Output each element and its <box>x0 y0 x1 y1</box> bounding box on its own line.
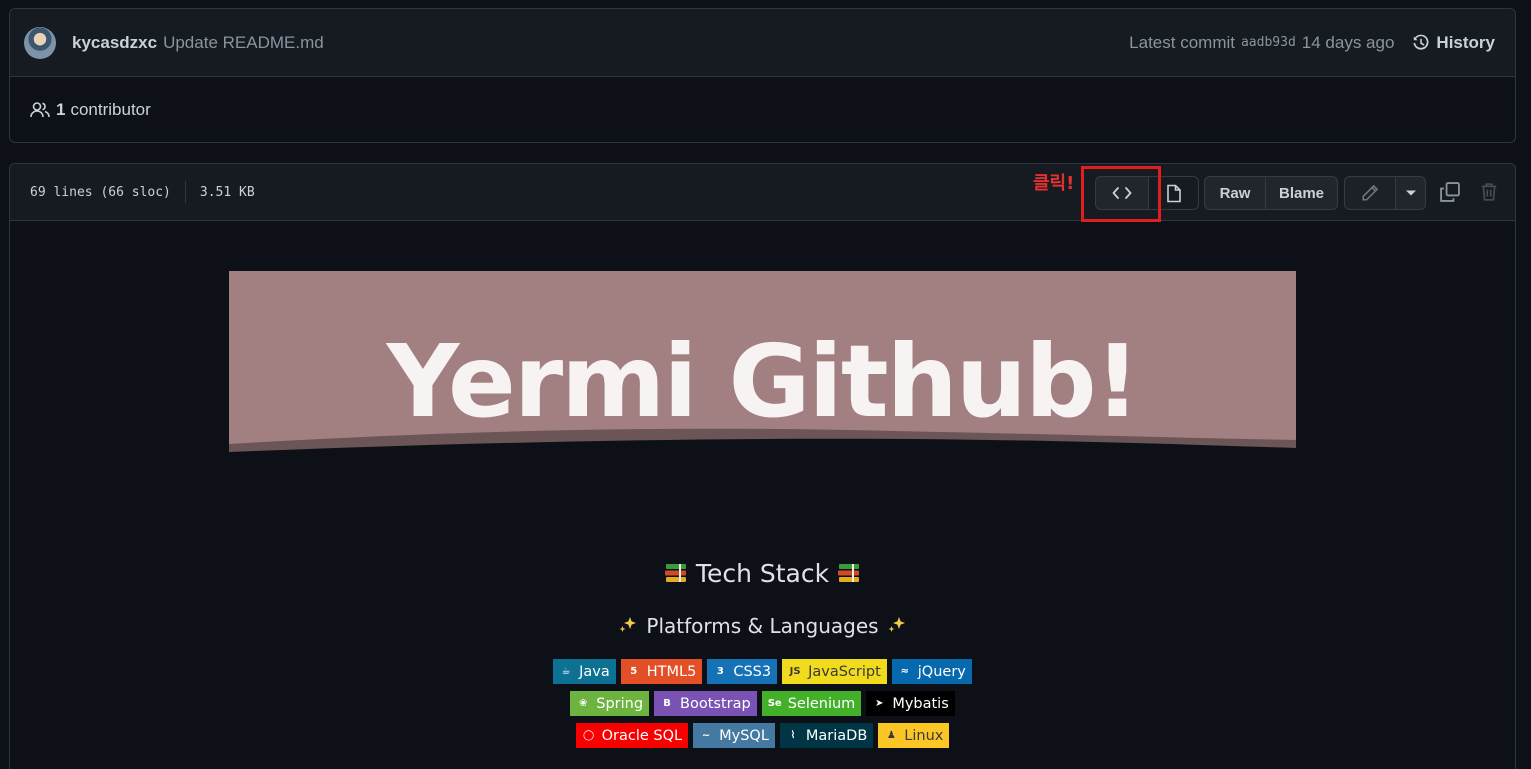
badge-label: Linux <box>904 727 944 744</box>
click-annotation: 클릭! <box>1033 173 1075 194</box>
spring-icon: ❀ <box>579 698 588 709</box>
history-label: History <box>1436 32 1495 52</box>
badge-row: ☕ Java 5 HTML5 3 CSS3 JS JavaScript ≈ jQuery <box>10 659 1515 684</box>
commit-author[interactable]: kycasdzxc <box>72 33 157 53</box>
mybatis-icon: ➤ <box>875 698 884 709</box>
tech-badge-selenium[interactable]: Se Selenium <box>761 691 862 716</box>
badge-label: MariaDB <box>805 727 868 744</box>
platforms-title: Platforms & Languages <box>646 614 879 638</box>
file-icon <box>1166 184 1181 202</box>
blame-button[interactable]: Blame <box>1265 176 1338 210</box>
commit-sha[interactable]: aadb93d <box>1241 35 1296 50</box>
tech-badge-javascript[interactable]: JS JavaScript <box>782 659 887 684</box>
tech-badge-jquery[interactable]: ≈ jQuery <box>891 659 972 684</box>
tech-stack-title: Tech Stack <box>695 559 830 588</box>
java-icon: ☕ <box>561 666 571 677</box>
badge-label: Java <box>579 663 610 680</box>
badge-label: Oracle SQL <box>601 727 683 744</box>
display-source-button[interactable] <box>1095 176 1149 210</box>
oracle-icon: ◯ <box>583 730 595 741</box>
badge-label: MySQL <box>719 727 769 744</box>
books-icon <box>664 561 688 590</box>
badge-label: Selenium <box>787 695 856 712</box>
platforms-heading: Platforms & Languages <box>10 614 1515 640</box>
books-icon <box>837 561 861 590</box>
sparkles-icon <box>618 615 638 640</box>
tech-badge-spring[interactable]: ❀ Spring <box>570 691 650 716</box>
copy-button[interactable] <box>1439 181 1461 207</box>
html5-icon: 5 <box>630 666 638 677</box>
commit-time: 14 days ago <box>1301 32 1395 52</box>
file-viewer: 69 lines (66 sloc) 3.51 KB 클릭! Raw Blame… <box>9 163 1516 769</box>
delete-button[interactable] <box>1480 181 1498 207</box>
tech-badge-mariadb[interactable]: ⌇ MariaDB <box>779 723 874 748</box>
pencil-icon <box>1362 184 1379 201</box>
mariadb-icon: ⌇ <box>790 730 796 741</box>
jquery-icon: ≈ <box>900 666 909 677</box>
badge-label: CSS3 <box>733 663 772 680</box>
contributors-row[interactable]: 1 contributor <box>10 77 1515 143</box>
tech-badge-mysql[interactable]: ~ MySQL <box>693 723 775 748</box>
people-icon <box>30 102 50 118</box>
tech-badge-oracle-sql[interactable]: ◯ Oracle SQL <box>575 723 689 748</box>
latest-commit-label: Latest commit <box>1129 32 1235 52</box>
file-lines: 69 lines (66 sloc) <box>30 184 171 200</box>
commit-meta: Latest commit aadb93d 14 days ago Histor… <box>1129 33 1495 53</box>
contributor-label: contributor <box>70 100 151 119</box>
tech-badge-java[interactable]: ☕ Java <box>553 659 616 684</box>
tech-badge-mybatis[interactable]: ➤ Mybatis <box>866 691 955 716</box>
badge-label: Spring <box>596 695 644 712</box>
badge-label: Bootstrap <box>680 695 751 712</box>
badge-label: jQuery <box>917 663 966 680</box>
badge-row: ❀ Spring B Bootstrap Se Selenium ➤ Mybatis <box>10 691 1515 716</box>
chevron-down-icon <box>1405 190 1416 196</box>
trash-icon <box>1481 183 1497 201</box>
display-rendered-button[interactable] <box>1148 176 1199 210</box>
selenium-icon: Se <box>767 698 782 709</box>
linux-icon: ♟ <box>886 730 896 741</box>
file-header: 69 lines (66 sloc) 3.51 KB 클릭! Raw Blame <box>10 164 1515 222</box>
mysql-icon: ~ <box>701 730 711 741</box>
readme-banner-image: Yermi Github! <box>229 271 1296 458</box>
latest-commit-box: kycasdzxc Update README.md Latest commit… <box>9 8 1516 143</box>
tech-badge-html5[interactable]: 5 HTML5 <box>620 659 703 684</box>
file-size: 3.51 KB <box>199 184 255 200</box>
javascript-icon: JS <box>789 666 801 677</box>
commit-row: kycasdzxc Update README.md Latest commit… <box>10 9 1515 77</box>
tech-badge-css3[interactable]: 3 CSS3 <box>707 659 778 684</box>
badge-label: JavaScript <box>808 663 881 680</box>
badge-label: Mybatis <box>892 695 949 712</box>
divider <box>184 181 186 203</box>
edit-dropdown-button[interactable] <box>1395 176 1426 210</box>
commit-message[interactable]: Update README.md <box>163 33 324 53</box>
tech-badge-linux[interactable]: ♟ Linux <box>878 723 950 748</box>
badge-label: HTML5 <box>646 663 697 680</box>
sparkles-icon <box>887 615 907 640</box>
copy-icon <box>1440 182 1460 202</box>
css3-icon: 3 <box>716 666 724 677</box>
history-icon <box>1413 34 1429 50</box>
avatar[interactable] <box>24 26 56 59</box>
tech-badge-bootstrap[interactable]: B Bootstrap <box>654 691 757 716</box>
bootstrap-icon: B <box>663 698 671 709</box>
banner-wave <box>229 428 1296 458</box>
edit-button[interactable] <box>1344 176 1396 210</box>
code-icon <box>1112 187 1132 199</box>
raw-button[interactable]: Raw <box>1204 176 1266 210</box>
badge-row: ◯ Oracle SQL ~ MySQL ⌇ MariaDB ♟ Linux <box>10 723 1515 748</box>
contributor-count: 1 <box>56 100 66 119</box>
tech-stack-heading: Tech Stack <box>10 559 1515 590</box>
history-button[interactable]: History <box>1412 33 1495 53</box>
